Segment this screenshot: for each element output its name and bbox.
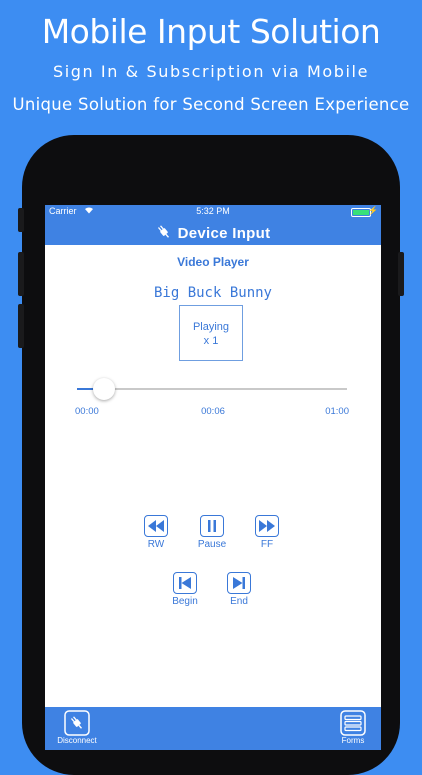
end-label: End (230, 596, 248, 607)
nav-title: Device Input (45, 224, 381, 244)
promo-subtitle-2: Unique Solution for Second Screen Experi… (12, 95, 410, 114)
tab-disconnect[interactable]: Disconnect (47, 710, 107, 745)
tab-bar: Disconnect Forms (45, 707, 381, 750)
tab-forms[interactable]: Forms (323, 710, 381, 745)
rewind-icon (144, 515, 168, 537)
fast-forward-button[interactable]: FF (245, 515, 289, 550)
nav-title-text: Device Input (177, 224, 271, 242)
fast-forward-icon (255, 515, 279, 537)
phone-volume-down (18, 304, 24, 348)
rewind-label: RW (147, 539, 165, 550)
time-end: 01:00 (325, 406, 349, 417)
phone-mute-switch (18, 208, 24, 232)
phone-screen: Carrier 5:32 PM ⚡ Device Input Video Pla… (45, 205, 381, 750)
tab-disconnect-label: Disconnect (57, 736, 97, 745)
pause-button[interactable]: Pause (190, 515, 234, 550)
section-title: Video Player (177, 255, 249, 269)
promo-subtitle-1: Sign In & Subscription via Mobile (52, 62, 370, 81)
charging-icon: ⚡ (368, 206, 378, 215)
status-bar: Carrier 5:32 PM ⚡ (45, 205, 381, 219)
progress-slider-track[interactable] (77, 388, 347, 390)
progress-slider-thumb[interactable] (93, 378, 115, 400)
end-button[interactable]: End (217, 572, 261, 607)
pause-icon (200, 515, 224, 537)
phone-power-button (398, 252, 404, 296)
nav-bar: Device Input (45, 219, 381, 245)
begin-label: Begin (172, 596, 198, 607)
playback-state: Playing (192, 321, 230, 333)
plug-icon (156, 224, 172, 244)
status-time: 5:32 PM (196, 206, 230, 216)
tab-forms-label: Forms (341, 736, 365, 745)
promo-title: Mobile Input Solution (41, 12, 381, 51)
playback-speed: x 1 (203, 335, 219, 347)
rewind-button[interactable]: RW (134, 515, 178, 550)
forms-icon (340, 710, 366, 736)
phone-volume-up (18, 252, 24, 296)
disconnect-icon (64, 710, 90, 736)
begin-button[interactable]: Begin (163, 572, 207, 607)
skip-to-begin-icon (173, 572, 197, 594)
fast-forward-label: FF (260, 539, 274, 550)
pause-label: Pause (197, 539, 227, 550)
playback-status-box: Playing x 1 (179, 305, 243, 361)
video-title: Big Buck Bunny (153, 285, 272, 301)
skip-to-end-icon (227, 572, 251, 594)
